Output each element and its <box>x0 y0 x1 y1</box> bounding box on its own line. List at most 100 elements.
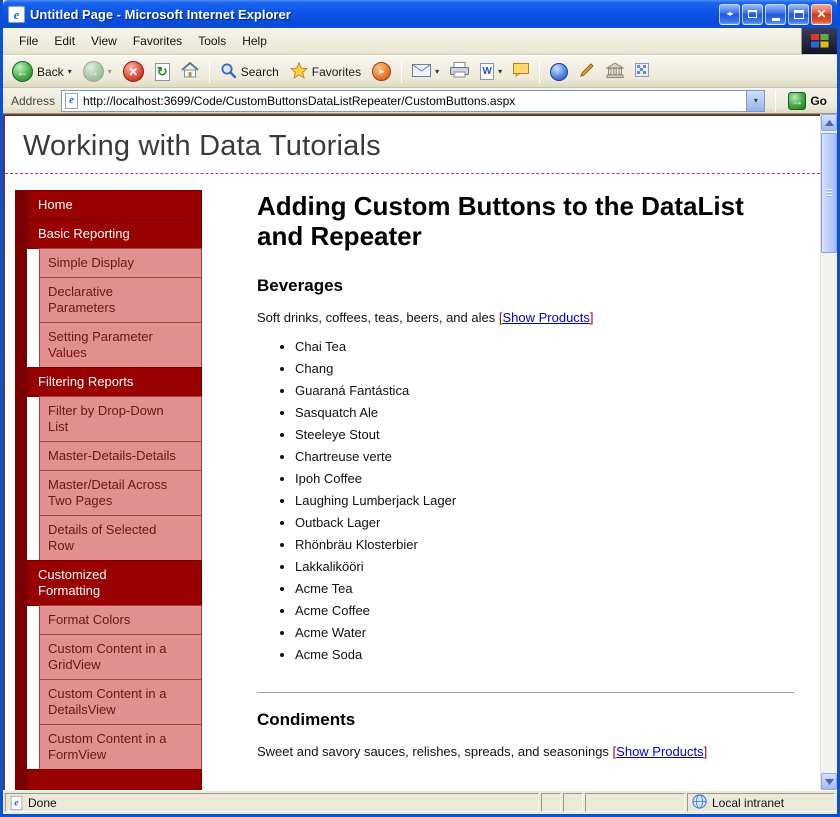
home-icon <box>181 62 199 81</box>
sidebar-item-home[interactable]: Home <box>27 190 202 220</box>
category-desc-text: Soft drinks, coffees, teas, beers, and a… <box>257 310 495 325</box>
refresh-icon: ↻ <box>155 63 170 81</box>
edit-button[interactable]: W ▾ <box>475 60 507 83</box>
minimize-icon <box>772 18 780 21</box>
scroll-down-button[interactable] <box>821 773 837 790</box>
sidebar-item-master-detail-across-two-pages[interactable]: Master/Detail Across Two Pages <box>39 470 202 516</box>
discuss-button[interactable] <box>508 60 534 83</box>
menu-tools[interactable]: Tools <box>190 30 234 52</box>
sidebar-item-basic-reporting[interactable]: Basic Reporting <box>27 219 202 249</box>
sidebar-item-filtering-reports[interactable]: Filtering Reports <box>27 367 202 397</box>
menu-bar: File Edit View Favorites Tools Help <box>3 28 837 55</box>
category-description: Soft drinks, coffees, teas, beers, and a… <box>257 310 794 325</box>
address-dropdown-button[interactable]: ▾ <box>746 91 764 111</box>
scroll-up-button[interactable] <box>821 114 837 131</box>
media-icon: ▸ <box>372 62 391 81</box>
favorites-button[interactable]: Favorites <box>285 59 366 85</box>
stop-button[interactable]: ✕ <box>118 58 149 85</box>
back-button[interactable]: ← Back ▾ <box>7 58 77 85</box>
close-button[interactable]: ✕ <box>811 4 832 25</box>
forward-dropdown-icon: ▾ <box>108 67 112 76</box>
globe-icon <box>692 794 707 812</box>
menu-view[interactable]: View <box>83 30 125 52</box>
home-button[interactable] <box>176 59 204 84</box>
product-item: Chang <box>295 361 794 376</box>
title-arrows-button[interactable]: ◂▸ <box>719 4 740 25</box>
window-icon <box>748 10 757 18</box>
security-zone-panel: Local intranet <box>687 793 835 812</box>
bank-button[interactable] <box>601 60 629 84</box>
stop-icon: ✕ <box>123 61 144 82</box>
status-panel: e Done <box>5 793 539 812</box>
search-button[interactable]: Search <box>215 59 284 85</box>
mail-button[interactable]: ▾ <box>407 61 444 83</box>
vertical-scrollbar[interactable] <box>820 114 837 790</box>
sidebar-item-declarative-parameters[interactable]: Declarative Parameters <box>39 277 202 323</box>
menu-help[interactable]: Help <box>234 30 275 52</box>
left-right-arrows-icon: ◂▸ <box>726 10 732 18</box>
product-item: Acme Soda <box>295 647 794 662</box>
print-icon <box>450 62 469 81</box>
menu-favorites[interactable]: Favorites <box>125 30 190 52</box>
refresh-button[interactable]: ↻ <box>150 60 175 84</box>
sidebar-item-simple-display[interactable]: Simple Display <box>39 248 202 278</box>
product-item: Acme Coffee <box>295 603 794 618</box>
messenger-button[interactable] <box>545 60 573 84</box>
sidebar-item-custom-content-in-a-detailsview[interactable]: Custom Content in a DetailsView <box>39 679 202 725</box>
sidebar-item-custom-content-in-a-gridview[interactable]: Custom Content in a GridView <box>39 634 202 680</box>
product-item: Outback Lager <box>295 515 794 530</box>
web-page: Working with Data Tutorials HomeBasic Re… <box>3 114 820 790</box>
mail-dropdown-icon[interactable]: ▾ <box>435 67 439 76</box>
address-url: http://localhost:3699/Code/CustomButtons… <box>83 94 741 108</box>
pen-button[interactable] <box>574 59 600 84</box>
status-page-icon: e <box>11 795 23 809</box>
forward-button[interactable]: → ▾ <box>78 58 117 85</box>
address-input[interactable]: e http://localhost:3699/Code/CustomButto… <box>61 90 765 112</box>
sidebar-item-details-of-selected-row[interactable]: Details of Selected Row <box>39 515 202 561</box>
windows-flag-icon <box>801 28 837 54</box>
search-label: Search <box>241 65 279 79</box>
category-name: Condiments <box>257 710 794 730</box>
sidebar-item-master-details-details[interactable]: Master-Details-Details <box>39 441 202 471</box>
show-products-link[interactable]: Show Products <box>616 744 703 759</box>
sidebar-item-filter-by-drop-down-list[interactable]: Filter by Drop-Down List <box>39 396 202 442</box>
menu-file[interactable]: File <box>11 30 46 52</box>
go-label: Go <box>810 94 827 108</box>
product-item: Lakkalikööri <box>295 559 794 574</box>
forward-icon: → <box>83 61 104 82</box>
toolbar-separator <box>775 90 776 112</box>
show-products-link[interactable]: Show Products <box>502 310 589 325</box>
ie-logo-icon: e <box>8 6 25 23</box>
category-description: Sweet and savory sauces, relishes, sprea… <box>257 744 794 759</box>
window-controls: ◂▸ ✕ <box>719 4 832 25</box>
print-button[interactable] <box>445 59 474 84</box>
scrollbar-track[interactable] <box>821 131 837 773</box>
sidebar-item-custom-content-in-a-formview[interactable]: Custom Content in a FormView <box>39 724 202 770</box>
edit-dropdown-icon[interactable]: ▾ <box>498 67 502 76</box>
grid-button[interactable] <box>630 60 654 83</box>
sidebar-item-format-colors[interactable]: Format Colors <box>39 605 202 635</box>
minimize-button[interactable] <box>765 4 786 25</box>
page-title: Adding Custom Buttons to the DataList an… <box>257 192 762 252</box>
product-item: Chai Tea <box>295 339 794 354</box>
maximize-icon <box>794 10 804 19</box>
browser-viewport: Working with Data Tutorials HomeBasic Re… <box>3 114 837 790</box>
title-window-button[interactable] <box>742 4 763 25</box>
scrollbar-thumb[interactable] <box>821 133 837 253</box>
back-label: Back <box>37 65 64 79</box>
sidebar-item-setting-parameter-values[interactable]: Setting Parameter Values <box>39 322 202 368</box>
toolbar-separator <box>209 61 210 83</box>
menu-edit[interactable]: Edit <box>46 30 83 52</box>
product-item: Chartreuse verte <box>295 449 794 464</box>
back-dropdown-icon[interactable]: ▾ <box>68 67 72 76</box>
sidebar-item-customized-formatting[interactable]: Customized Formatting <box>27 560 202 606</box>
product-item: Acme Tea <box>295 581 794 596</box>
window-title: Untitled Page - Microsoft Internet Explo… <box>30 7 719 22</box>
status-panel-small <box>563 793 583 812</box>
media-button[interactable]: ▸ <box>367 59 396 84</box>
maximize-button[interactable] <box>788 4 809 25</box>
go-button[interactable]: → Go <box>786 90 833 112</box>
sidebar-item-partial[interactable] <box>27 769 202 790</box>
title-bar[interactable]: e Untitled Page - Microsoft Internet Exp… <box>3 0 837 28</box>
site-title: Working with Data Tutorials <box>23 130 820 163</box>
